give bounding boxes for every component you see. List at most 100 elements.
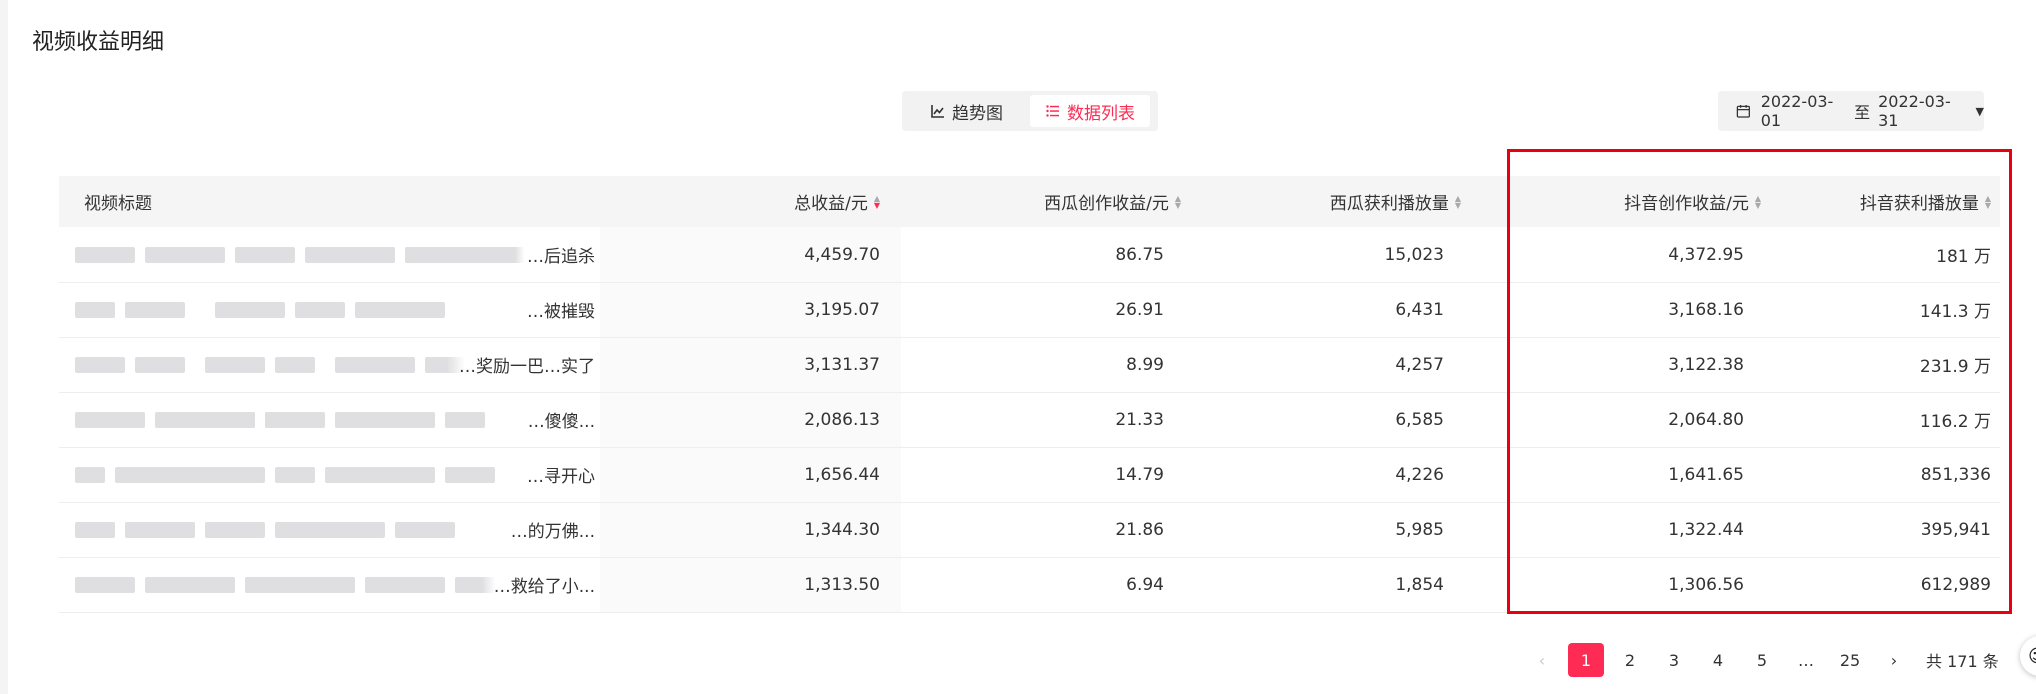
redacted-block [295,302,345,318]
redacted-block [275,467,315,483]
cell-total: 3,131.37 [804,354,880,375]
redacted-block [75,412,145,428]
video-title-visible-text: …傻傻... [515,407,595,432]
video-title-cell[interactable]: …寻开心 [75,459,595,489]
column-header-total[interactable]: 总收益/元 ▲ ▼ [600,176,880,227]
redacted-block [125,522,195,538]
tab-trend-chart[interactable]: 趋势图 [930,95,1003,127]
cell-xigua-income: 26.91 [1115,299,1164,320]
page-button[interactable]: 3 [1656,643,1692,677]
video-title-visible-text: …寻开心 [515,462,595,487]
redacted-block [145,247,225,263]
video-title-visible-text: …被摧毁 [515,297,595,322]
highlight-annotation-box [1507,149,2012,614]
cell-total: 1,656.44 [804,464,880,485]
cell-xigua-plays: 6,585 [1395,409,1444,430]
video-title-visible-text: …救给了小... [481,572,595,597]
redacted-block [115,467,265,483]
redacted-block [365,577,445,593]
cell-total: 1,313.50 [804,574,880,595]
redacted-block [205,522,265,538]
video-title-visible-text: …奖励一巴…实了 [447,352,595,377]
redacted-block [215,302,285,318]
date-separator: 至 [1854,103,1871,122]
redacted-block [235,247,295,263]
cell-total: 2,086.13 [804,409,880,430]
redacted-block [265,412,325,428]
cell-total: 3,195.07 [804,299,880,320]
tab-data-list[interactable]: 数据列表 [1030,95,1150,127]
redacted-block [275,522,385,538]
video-title-cell[interactable]: …的万佛... [75,514,595,544]
line-chart-icon [931,105,944,118]
column-header-title: 视频标题 [84,194,152,214]
column-header-xigua-plays[interactable]: 西瓜获利播放量 ▲ ▼ [1181,176,1461,227]
total-count: 共 171 条 [1926,652,1999,671]
sort-icon[interactable]: ▲ ▼ [874,194,880,209]
redacted-block [335,412,435,428]
redacted-block [75,467,105,483]
cell-xigua-income: 14.79 [1115,464,1164,485]
page-button[interactable]: 2 [1612,643,1648,677]
redacted-block [75,302,115,318]
next-page-icon[interactable]: › [1876,643,1912,677]
redacted-block [275,357,315,373]
redacted-block [75,247,135,263]
video-title-cell[interactable]: …后追杀 [75,239,595,269]
tab-trend-chart-label: 趋势图 [952,103,1003,124]
cell-xigua-plays: 1,854 [1395,574,1444,595]
redacted-block [125,302,185,318]
redacted-block [135,357,185,373]
redacted-block [245,577,355,593]
pagination-ellipsis[interactable]: … [1788,643,1824,677]
cell-xigua-income: 21.33 [1115,409,1164,430]
cell-total: 1,344.30 [804,519,880,540]
date-range-picker[interactable]: 2022-03-01 至 2022-03-31 ▼ [1718,91,1984,131]
redacted-block [325,467,435,483]
video-title-cell[interactable]: …救给了小... [75,569,595,599]
column-header-xigua-income[interactable]: 西瓜创作收益/元 ▲ ▼ [901,176,1181,227]
redacted-block [445,412,485,428]
redacted-block [355,302,445,318]
tab-data-list-label: 数据列表 [1067,103,1135,124]
redacted-block [145,577,235,593]
redacted-block [75,357,125,373]
video-title-visible-text: …后追杀 [515,242,595,267]
prev-page-icon[interactable]: ‹ [1524,643,1560,677]
cell-xigua-income: 21.86 [1115,519,1164,540]
caret-down-icon: ▼ [1975,104,1984,118]
redacted-block [205,357,265,373]
video-title-cell[interactable]: …被摧毁 [75,294,595,324]
cell-xigua-income: 8.99 [1126,354,1164,375]
cell-xigua-income: 6.94 [1126,574,1164,595]
redacted-block [335,357,415,373]
cell-xigua-plays: 4,257 [1395,354,1444,375]
date-start: 2022-03-01 [1760,92,1834,130]
cell-xigua-plays: 5,985 [1395,519,1444,540]
page-button[interactable]: 1 [1568,643,1604,677]
cell-xigua-plays: 6,431 [1395,299,1444,320]
page-button[interactable]: 4 [1700,643,1736,677]
redacted-block [75,522,115,538]
page-title: 视频收益明细 [32,30,165,55]
redacted-block [305,247,395,263]
cell-xigua-plays: 4,226 [1395,464,1444,485]
page-button[interactable]: 5 [1744,643,1780,677]
left-sidebar-edge [0,0,8,694]
list-icon [1046,105,1059,117]
view-toggle: 趋势图 数据列表 [902,91,1158,131]
redacted-block [445,467,495,483]
pagination: ‹ 1 2 3 4 5… 25 › 共 171 条 [1524,642,1999,678]
redacted-block [155,412,255,428]
video-title-cell[interactable]: …奖励一巴…实了 [75,349,595,379]
video-title-cell[interactable]: …傻傻... [75,404,595,434]
help-chat-icon[interactable]: ☺ [2020,636,2036,676]
redacted-block [75,577,135,593]
redacted-block [395,522,455,538]
page-button[interactable]: 25 [1832,643,1868,677]
cell-xigua-income: 86.75 [1115,244,1164,265]
date-end: 2022-03-31 [1878,92,1951,130]
cell-xigua-plays: 15,023 [1384,244,1444,265]
video-title-visible-text: …的万佛... [498,517,595,542]
cell-total: 4,459.70 [804,244,880,265]
